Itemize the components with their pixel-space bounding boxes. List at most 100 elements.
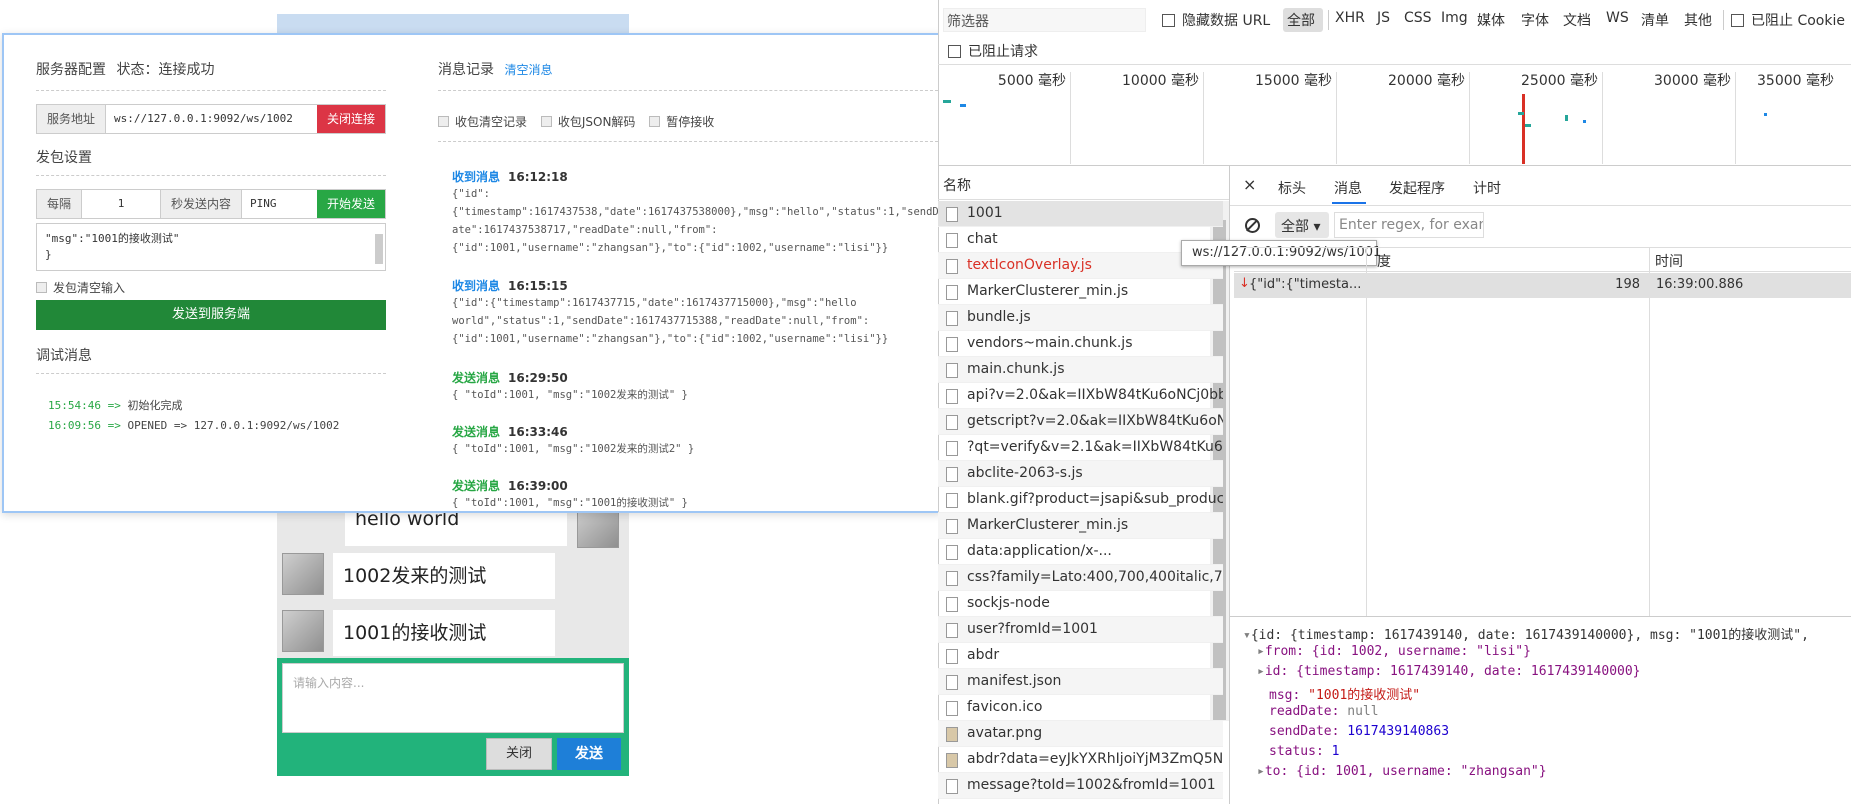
type-filter-xhr[interactable]: XHR [1335,10,1365,26]
type-filter-doc[interactable]: 文档 [1563,10,1591,30]
server-address-input[interactable]: ws://127.0.0.1:9092/ws/1002 [106,105,317,133]
request-row[interactable]: MarkerClusterer_min.js [938,279,1223,305]
request-row[interactable]: data:application/x-... [938,539,1223,565]
request-row[interactable]: api?v=2.0&ak=IIXbW84tKu6oNCj0bb [938,383,1223,409]
blocked-requests-option[interactable]: 已阻止请求 [948,41,1038,61]
timeline-tick-label: 15000 毫秒 [1255,73,1332,89]
json-tree-root[interactable]: ▾{id: {timestamp: 1617439140, date: 1617… [1243,624,1809,643]
checkbox[interactable] [948,45,961,58]
type-filter-ws[interactable]: WS [1606,10,1629,26]
type-filter-js[interactable]: JS [1377,10,1390,26]
request-row[interactable]: getscript?v=2.0&ak=IIXbW84tKu6oN [938,409,1223,435]
request-row[interactable]: sockjs-node [938,591,1223,617]
request-name: ?qt=verify&v=2.1&ak=IIXbW84tKu6. [967,439,1223,455]
checkbox[interactable] [540,116,552,127]
request-row[interactable]: abdr?data=eyJkYXRhIjoiYjM3ZmQ5N [938,747,1223,773]
checkbox[interactable] [1162,14,1175,27]
close-detail-icon[interactable]: × [1243,175,1256,194]
expand-triangle-icon[interactable]: ▸ [1257,764,1265,779]
tab-initiator[interactable]: 发起程序 [1389,178,1445,198]
blocked-cookies-option[interactable]: 已阻止 Cookie [1731,10,1845,30]
name-column-header[interactable]: 名称 [943,175,971,195]
request-row[interactable]: avatar.png [938,721,1223,747]
length-column-header[interactable]: 度 [1377,251,1391,271]
timeline-current-marker [1522,94,1525,164]
textarea-scrollbar[interactable] [375,234,383,264]
server-config-label: 服务器配置 [36,62,106,78]
request-row[interactable]: manifest.json [938,669,1223,695]
request-row[interactable]: user?fromId=1001 [938,617,1223,643]
request-row[interactable]: css?family=Lato:400,700,400italic,700 [938,565,1223,591]
json-decode-option[interactable]: 收包JSON解码 [540,115,635,129]
tab-timing[interactable]: 计时 [1473,178,1501,198]
checkbox[interactable] [649,116,661,127]
clear-messages-icon[interactable] [1245,218,1260,233]
send-to-server-button[interactable]: 发送到服务端 [36,300,386,330]
json-tree-node[interactable]: ▸to: {id: 1001, username: "zhangsan"} [1257,764,1547,779]
type-filter-media[interactable]: 媒体 [1477,10,1505,30]
request-row[interactable]: message?toId=1002&fromId=1001 [938,773,1223,799]
file-icon [946,467,958,482]
type-filter-css[interactable]: CSS [1404,10,1432,26]
log-arrow: => [107,419,121,432]
message-time: 16:15:15 [508,279,568,293]
chat-message-input[interactable]: 请输入内容... [282,663,624,733]
request-row[interactable]: abclite-2063-s.js [938,461,1223,487]
collapse-triangle-icon[interactable]: ▾ [1243,628,1251,643]
json-tree-node[interactable]: ▸from: {id: 1002, username: "lisi"} [1257,644,1531,659]
start-sending-button[interactable]: 开始发送 [316,190,385,218]
message-time: 16:39:00 [508,479,568,493]
filter-input[interactable]: 筛选器 [943,8,1146,32]
message-line: {"id":{"timestamp":1617437715,"date":161… [452,297,857,309]
interval-input[interactable]: 1 [82,190,161,218]
request-row[interactable]: abdr [938,643,1223,669]
request-name: avatar.png [967,725,1043,741]
hide-data-url-option[interactable]: 隐藏数据 URL [1162,10,1270,30]
timeline-request-bar [1525,124,1531,127]
send-content-input[interactable]: PING [242,190,317,218]
message-header: 发送消息 16:33:46 [452,423,568,440]
frame-length: 198 [1615,277,1640,292]
request-row[interactable]: blank.gif?product=jsapi&sub_produc [938,487,1223,513]
request-row[interactable]: vendors~main.chunk.js [938,331,1223,357]
type-filter-other[interactable]: 其他 [1684,10,1712,30]
send-payload-textarea[interactable]: "msg":"1001的接收测试" } [36,223,386,271]
request-row[interactable]: bundle.js [938,305,1223,331]
chat-send-button[interactable]: 发送 [557,738,621,770]
chat-close-button[interactable]: 关闭 [486,738,552,770]
time-column-header[interactable]: 时间 [1655,251,1683,271]
connection-status: 状态：连接成功 [116,62,215,78]
type-filter-manifest[interactable]: 清单 [1641,10,1669,30]
file-icon [946,441,958,456]
type-filter-font[interactable]: 字体 [1521,10,1549,30]
expand-triangle-icon[interactable]: ▸ [1257,664,1265,679]
type-filter-all[interactable]: 全部 [1287,10,1315,30]
json-tree-leaf: sendDate: 1617439140863 [1269,724,1449,739]
request-row[interactable]: main.chunk.js [938,357,1223,383]
clear-messages-link[interactable]: 清空消息 [504,63,552,77]
tab-messages[interactable]: 消息 [1334,178,1362,198]
expand-triangle-icon[interactable]: ▸ [1257,644,1265,659]
message-type-filter-select[interactable]: 全部 ▾ [1275,212,1329,238]
option-label: 已阻止 Cookie [1751,13,1845,29]
close-connection-button[interactable]: 关闭连接 [316,105,385,133]
message-header: 收到消息 16:12:18 [452,168,568,185]
ws-frame-row[interactable]: ↓ {"id":{"timesta... 198 16:39:00.886 [1234,273,1851,298]
pause-receive-option[interactable]: 暂停接收 [649,115,714,129]
checkbox[interactable] [36,282,47,293]
checkbox[interactable] [1731,14,1744,27]
clear-on-receive-option[interactable]: 收包清空记录 [438,115,527,129]
regex-filter-input[interactable]: Enter regex, for exam [1334,212,1484,238]
request-name: css?family=Lato:400,700,400italic,700 [967,569,1223,585]
request-row[interactable]: 1001 [938,201,1223,227]
clear-input-option[interactable]: 发包清空输入 [36,279,125,296]
type-filter-img[interactable]: Img [1441,10,1468,26]
timeline-tick-label: 30000 毫秒 [1654,73,1731,89]
tab-headers[interactable]: 标头 [1278,178,1306,198]
checkbox[interactable] [438,116,449,127]
request-row[interactable]: favicon.ico [938,695,1223,721]
request-row[interactable]: MarkerClusterer_min.js [938,513,1223,539]
file-icon [946,389,958,404]
request-row[interactable]: ?qt=verify&v=2.1&ak=IIXbW84tKu6. [938,435,1223,461]
json-tree-node[interactable]: ▸id: {timestamp: 1617439140, date: 16174… [1257,664,1641,679]
